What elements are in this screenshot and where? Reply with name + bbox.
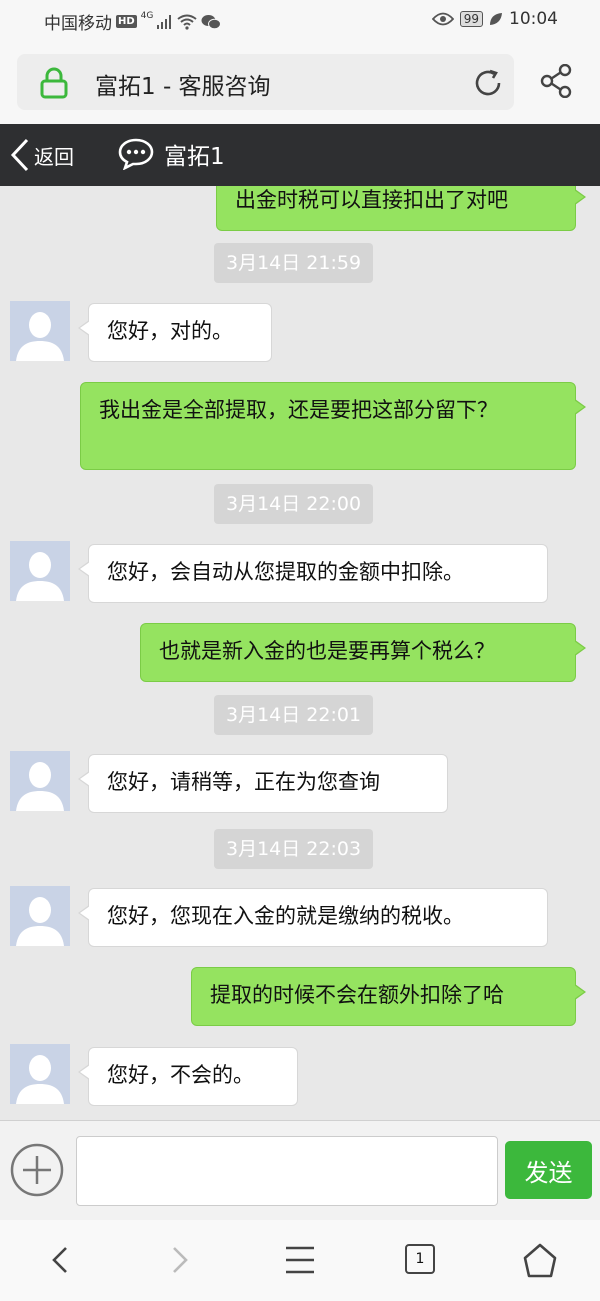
outgoing-message: 提取的时候不会在额外扣除了哈 (191, 967, 586, 1026)
wifi-icon (177, 14, 197, 30)
avatar[interactable] (10, 541, 70, 601)
share-icon[interactable] (540, 64, 572, 98)
chat-bubble-icon (118, 138, 154, 170)
default-avatar-icon (16, 1055, 64, 1104)
back-nav-icon[interactable] (48, 1240, 72, 1280)
avatar[interactable] (10, 301, 70, 361)
send-button[interactable]: 发送 (505, 1141, 592, 1199)
outgoing-message: 出金时税可以直接扣出了对吧 (216, 186, 586, 231)
timestamp: 3月14日 22:01 (214, 695, 374, 735)
default-avatar-icon (16, 897, 64, 946)
incoming-message: 您好，对的。 (78, 303, 272, 362)
default-avatar-icon (16, 552, 64, 601)
message-text: 也就是新入金的也是要再算个税么？ (159, 639, 495, 663)
eye-icon (431, 12, 454, 26)
carrier-label: 中国移动 (44, 14, 112, 34)
status-right: 99 10:04 (431, 9, 558, 29)
browser-nav-bar: 1 (0, 1220, 600, 1301)
message-input[interactable] (76, 1136, 498, 1206)
chat-title: 富拓1 (118, 137, 225, 171)
status-bar: 中国移动 HD 4G 99 10:04 (0, 0, 600, 42)
address-bar[interactable]: 富拓1 - 客服咨询 (17, 54, 514, 110)
tab-count: 1 (415, 1251, 425, 1267)
forward-nav-icon[interactable] (168, 1240, 192, 1280)
avatar[interactable] (10, 751, 70, 811)
status-left: 中国移动 HD 4G (44, 9, 222, 34)
signal-icon (157, 14, 172, 29)
lock-icon (40, 67, 68, 99)
avatar[interactable] (10, 886, 70, 946)
wechat-icon (201, 14, 222, 29)
incoming-message: 您好，您现在入金的就是缴纳的税收。 (78, 888, 548, 947)
incoming-message: 您好，不会的。 (78, 1047, 298, 1106)
message-input-bar: 发送 (0, 1120, 600, 1220)
incoming-message: 您好，会自动从您提取的金额中扣除。 (78, 544, 548, 603)
timestamp: 3月14日 22:03 (214, 829, 374, 869)
clock: 10:04 (509, 9, 558, 29)
back-label: 返回 (34, 144, 74, 169)
browser-toolbar: 富拓1 - 客服咨询 (0, 42, 600, 124)
tabs-button[interactable]: 1 (405, 1244, 435, 1274)
message-text: 您好，会自动从您提取的金额中扣除。 (107, 560, 464, 584)
home-icon[interactable] (522, 1240, 558, 1280)
chat-area[interactable]: 出金时税可以直接扣出了对吧 3月14日 21:59 您好，对的。 我出金是全部提… (0, 186, 600, 1120)
avatar[interactable] (10, 1044, 70, 1104)
battery-icon: 99 (459, 11, 483, 27)
incoming-message: 您好，请稍等，正在为您查询 (78, 754, 448, 813)
timestamp: 3月14日 22:00 (214, 484, 374, 524)
message-text: 您好，不会的。 (107, 1063, 254, 1087)
reload-icon[interactable] (472, 67, 504, 99)
chevron-left-icon (10, 138, 29, 172)
hd-badge: HD (116, 15, 137, 28)
timestamp: 3月14日 21:59 (214, 243, 374, 283)
menu-icon[interactable] (284, 1240, 316, 1280)
network-label: 4G (140, 10, 154, 21)
message-text: 您好，请稍等，正在为您查询 (107, 770, 380, 794)
message-text: 您好，对的。 (107, 319, 233, 343)
message-text: 出金时税可以直接扣出了对吧 (235, 188, 508, 212)
plus-icon[interactable] (10, 1143, 64, 1197)
back-button[interactable]: 返回 (10, 138, 74, 172)
page-title: 富拓1 - 客服咨询 (95, 74, 271, 100)
outgoing-message: 也就是新入金的也是要再算个税么？ (140, 623, 586, 682)
contact-name: 富拓1 (164, 144, 225, 170)
default-avatar-icon (16, 762, 64, 811)
message-text: 您好，您现在入金的就是缴纳的税收。 (107, 904, 464, 928)
default-avatar-icon (16, 312, 64, 361)
outgoing-message: 我出金是全部提取，还是要把这部分留下？ (80, 382, 586, 470)
message-text: 提取的时候不会在额外扣除了哈 (210, 983, 504, 1007)
leaf-icon (490, 13, 502, 25)
chat-header: 返回 富拓1 (0, 124, 600, 186)
message-text: 我出金是全部提取，还是要把这部分留下？ (99, 398, 498, 422)
